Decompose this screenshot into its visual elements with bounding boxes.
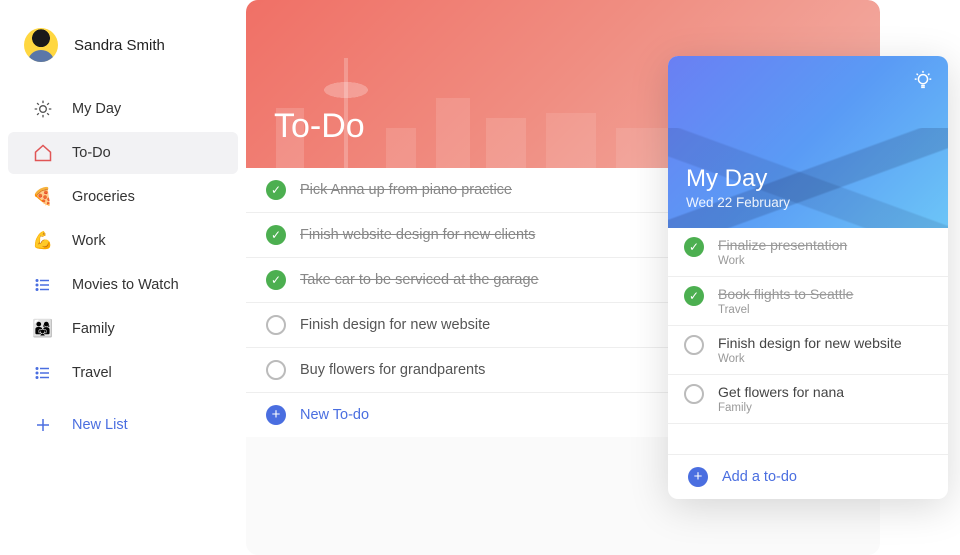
sidebar: Sandra Smith My Day To-Do 🍕 Groceries 💪 …	[0, 0, 246, 555]
page-title: To-Do	[274, 107, 365, 146]
user-name: Sandra Smith	[74, 37, 165, 54]
task-row[interactable]: ✓ Finalize presentation Work	[668, 228, 948, 277]
pizza-icon: 🍕	[32, 186, 54, 208]
plus-icon: +	[688, 467, 708, 487]
myday-card: My Day Wed 22 February ✓ Finalize presen…	[668, 56, 948, 499]
user-row[interactable]: Sandra Smith	[0, 20, 246, 86]
sidebar-item-myday[interactable]: My Day	[8, 88, 238, 130]
sidebar-item-label: Groceries	[72, 189, 135, 205]
check-icon[interactable]	[684, 335, 704, 355]
sidebar-item-travel[interactable]: Travel	[8, 352, 238, 394]
task-text: Book flights to Seattle	[718, 286, 853, 302]
people-icon: 👨‍👩‍👧	[32, 318, 54, 340]
check-icon[interactable]	[266, 315, 286, 335]
task-sublabel: Work	[718, 353, 902, 365]
sidebar-item-todo[interactable]: To-Do	[8, 132, 238, 174]
myday-task-list: ✓ Finalize presentation Work ✓ Book flig…	[668, 228, 948, 424]
sidebar-item-label: Movies to Watch	[72, 277, 179, 293]
sidebar-item-label: My Day	[72, 101, 121, 117]
task-text: Finish website design for new clients	[300, 227, 535, 243]
myday-date: Wed 22 February	[686, 195, 930, 210]
sidebar-item-groceries[interactable]: 🍕 Groceries	[8, 176, 238, 218]
task-sublabel: Work	[718, 255, 847, 267]
sidebar-item-label: Work	[72, 233, 106, 249]
lightbulb-icon[interactable]	[912, 70, 934, 97]
task-row[interactable]: ✓ Book flights to Seattle Travel	[668, 277, 948, 326]
task-text: Buy flowers for grandparents	[300, 362, 485, 378]
add-myday-button[interactable]: + Add a to-do	[668, 454, 948, 499]
check-icon[interactable]: ✓	[684, 286, 704, 306]
sidebar-item-family[interactable]: 👨‍👩‍👧 Family	[8, 308, 238, 350]
list-icon	[32, 274, 54, 296]
myday-hero: My Day Wed 22 February	[668, 56, 948, 228]
list-icon	[32, 362, 54, 384]
task-text: Finalize presentation	[718, 237, 847, 253]
check-icon[interactable]	[684, 384, 704, 404]
sidebar-item-work[interactable]: 💪 Work	[8, 220, 238, 262]
new-list-label: New List	[72, 417, 128, 433]
sidebar-item-label: Travel	[72, 365, 112, 381]
task-text: Pick Anna up from piano practice	[300, 182, 512, 198]
task-text: Finish design for new website	[718, 335, 902, 351]
sun-icon	[32, 98, 54, 120]
task-text: Finish design for new website	[300, 317, 490, 333]
plus-icon: +	[266, 405, 286, 425]
new-list-button[interactable]: New List	[8, 404, 238, 446]
plus-icon	[32, 414, 54, 436]
home-icon	[32, 142, 54, 164]
task-text: Get flowers for nana	[718, 384, 844, 400]
flex-icon: 💪	[32, 230, 54, 252]
check-icon[interactable]: ✓	[266, 270, 286, 290]
add-myday-label: Add a to-do	[722, 469, 797, 485]
task-row[interactable]: Get flowers for nana Family	[668, 375, 948, 424]
sidebar-item-label: Family	[72, 321, 115, 337]
task-sublabel: Family	[718, 402, 844, 414]
sidebar-item-label: To-Do	[72, 145, 111, 161]
myday-title: My Day	[686, 165, 930, 193]
task-sublabel: Travel	[718, 304, 853, 316]
avatar	[24, 28, 58, 62]
task-text: Take car to be serviced at the garage	[300, 272, 539, 288]
check-icon[interactable]	[266, 360, 286, 380]
check-icon[interactable]: ✓	[266, 225, 286, 245]
check-icon[interactable]: ✓	[684, 237, 704, 257]
check-icon[interactable]: ✓	[266, 180, 286, 200]
sidebar-item-movies[interactable]: Movies to Watch	[8, 264, 238, 306]
add-todo-label: New To-do	[300, 407, 369, 423]
task-row[interactable]: Finish design for new website Work	[668, 326, 948, 375]
